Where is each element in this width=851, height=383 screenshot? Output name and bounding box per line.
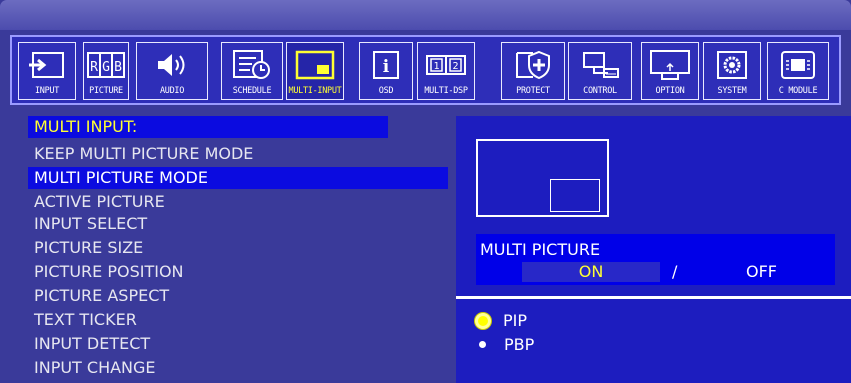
- sub-picture-preview: [550, 179, 600, 212]
- category-toolbar: INPUT R G B PICTURE AUDIO SCHEDULE MULTI…: [10, 35, 841, 105]
- rgb-icon: R G B: [84, 48, 128, 82]
- chip-module-icon: [768, 48, 828, 82]
- monitor-option-icon: [642, 48, 698, 82]
- tab-osd[interactable]: i OSD: [359, 42, 413, 100]
- pbp-label: PBP: [504, 335, 535, 354]
- tab-multi-dsp-label: MULTI-DSP: [424, 86, 468, 96]
- tab-schedule-label: SCHEDULE: [232, 86, 272, 96]
- menu-item-picture-position[interactable]: PICTURE POSITION: [34, 261, 184, 283]
- tab-input-label: INPUT: [34, 86, 60, 96]
- pip-label: PIP: [503, 311, 528, 330]
- tab-multi-dsp[interactable]: 1 2 MULTI-DSP: [417, 42, 475, 100]
- tab-input[interactable]: INPUT: [18, 42, 76, 100]
- speaker-icon: [137, 48, 207, 82]
- menu-header: MULTI INPUT:: [28, 116, 388, 138]
- tab-osd-label: OSD: [378, 86, 394, 96]
- window-title-bar: [0, 0, 851, 30]
- multi-picture-label: MULTI PICTURE: [480, 240, 601, 259]
- input-arrow-icon: [19, 48, 75, 82]
- tab-system[interactable]: SYSTEM: [703, 42, 761, 100]
- radio-unselected-icon: [479, 341, 486, 348]
- pip-option[interactable]: PIP: [475, 311, 528, 331]
- multi-picture-preview: [476, 139, 609, 217]
- menu-item-active-picture[interactable]: ACTIVE PICTURE: [34, 191, 165, 213]
- menu-item-multi-picture-mode[interactable]: MULTI PICTURE MODE: [28, 167, 448, 189]
- svg-text:B: B: [114, 60, 122, 75]
- tab-multi-input[interactable]: MULTI-INPUT: [286, 42, 344, 100]
- menu-item-picture-size[interactable]: PICTURE SIZE: [34, 237, 143, 259]
- tab-audio[interactable]: AUDIO: [136, 42, 208, 100]
- tab-option[interactable]: OPTION: [641, 42, 699, 100]
- menu-item-text-ticker[interactable]: TEXT TICKER: [34, 309, 137, 331]
- radio-selected-icon: [475, 312, 491, 329]
- tab-control[interactable]: CONTROL: [568, 42, 632, 100]
- settings-panel: MULTI PICTURE ON / OFF PIP PBP: [456, 116, 851, 383]
- multi-display-icon: 1 2: [418, 48, 474, 82]
- menu-item-keep-multi-picture-mode[interactable]: KEEP MULTI PICTURE MODE: [34, 143, 253, 165]
- tab-audio-label: AUDIO: [159, 86, 185, 96]
- tab-schedule[interactable]: SCHEDULE: [221, 42, 283, 100]
- tab-picture[interactable]: R G B PICTURE: [83, 42, 129, 100]
- multi-dsp-glyph-1: 1: [433, 61, 439, 72]
- tab-c-module-label: C MODULE: [778, 86, 818, 96]
- tab-protect-label: PROTECT: [516, 86, 550, 96]
- tab-system-label: SYSTEM: [717, 86, 747, 96]
- option-separator: /: [672, 262, 678, 281]
- svg-text:G: G: [102, 60, 110, 75]
- multi-picture-setting: MULTI PICTURE ON / OFF: [476, 234, 835, 285]
- multi-input-icon: [287, 48, 343, 82]
- menu-item-input-select[interactable]: INPUT SELECT: [34, 213, 147, 235]
- pbp-option[interactable]: PBP: [476, 335, 534, 355]
- tab-picture-label: PICTURE: [89, 86, 123, 96]
- tab-protect[interactable]: PROTECT: [501, 42, 565, 100]
- panel-divider: [456, 296, 851, 299]
- shield-icon: [502, 48, 564, 82]
- gear-icon: [704, 48, 760, 82]
- schedule-clock-icon: [222, 48, 282, 82]
- on-option[interactable]: ON: [522, 262, 660, 282]
- svg-text:R: R: [90, 60, 98, 75]
- info-icon: i: [360, 48, 412, 82]
- osd-icon-glyph: i: [383, 57, 390, 77]
- multi-dsp-glyph-2: 2: [452, 61, 458, 72]
- tab-control-label: CONTROL: [583, 86, 617, 96]
- computer-control-icon: [569, 48, 631, 82]
- tab-c-module[interactable]: C MODULE: [767, 42, 829, 100]
- tab-multi-input-label: MULTI-INPUT: [288, 86, 342, 96]
- menu-item-input-detect[interactable]: INPUT DETECT: [34, 333, 150, 355]
- menu-item-picture-aspect[interactable]: PICTURE ASPECT: [34, 285, 169, 307]
- off-option[interactable]: OFF: [746, 262, 777, 282]
- menu-item-input-change[interactable]: INPUT CHANGE: [34, 357, 156, 379]
- tab-option-label: OPTION: [655, 86, 685, 96]
